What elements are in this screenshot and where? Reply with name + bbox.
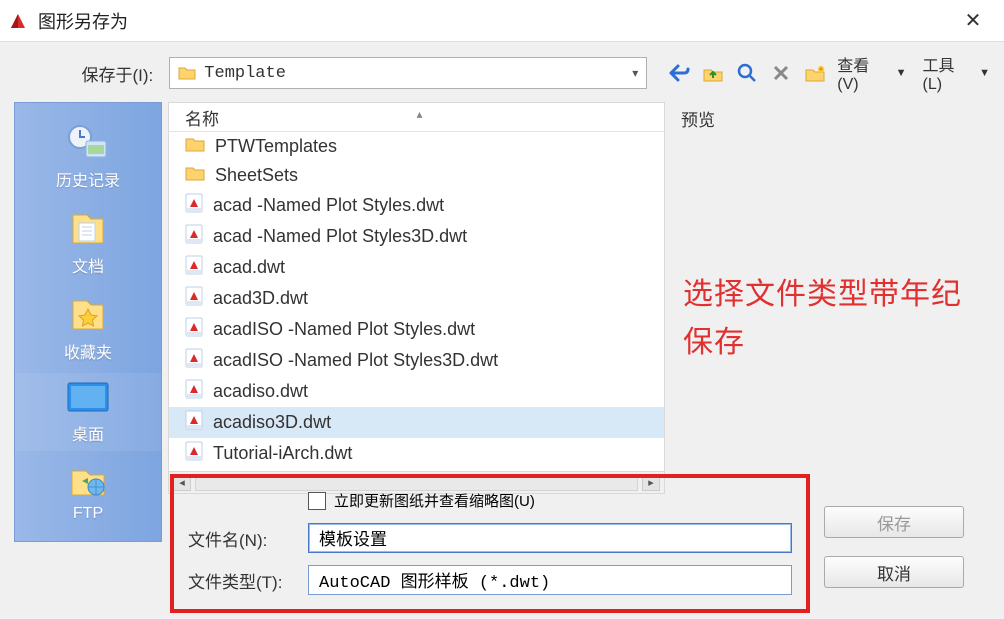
view-menu[interactable]: 查看(V) xyxy=(837,52,889,94)
file-name: acad -Named Plot Styles.dwt xyxy=(213,195,444,216)
update-thumbnail-label: 立即更新图纸并查看缩略图(U) xyxy=(334,490,535,511)
toolbar: 保存于(I): Template ▾ xyxy=(0,42,1004,102)
file-name: acad -Named Plot Styles3D.dwt xyxy=(213,226,467,247)
places-documents[interactable]: 文档 xyxy=(15,201,161,283)
nav-icons xyxy=(667,61,827,85)
up-folder-button[interactable] xyxy=(701,61,725,85)
desktop-icon xyxy=(64,379,112,417)
file-header-name[interactable]: 名称 ▴ xyxy=(168,102,665,132)
highlighted-section: 立即更新图纸并查看缩略图(U) 文件名(N): 模板设置 文件类型(T): Au… xyxy=(170,474,810,613)
file-row[interactable]: acadISO -Named Plot Styles.dwt xyxy=(169,314,664,345)
file-row[interactable]: acad -Named Plot Styles3D.dwt xyxy=(169,221,664,252)
app-icon xyxy=(8,11,28,31)
sort-caret-icon: ▴ xyxy=(417,107,423,121)
file-name: acadISO -Named Plot Styles3D.dwt xyxy=(213,350,498,371)
new-folder-button[interactable] xyxy=(803,61,827,85)
file-row[interactable]: acadISO -Named Plot Styles3D.dwt xyxy=(169,345,664,376)
file-row[interactable]: acad3D.dwt xyxy=(169,283,664,314)
file-row[interactable]: acadiso3D.dwt xyxy=(169,407,664,438)
places-history[interactable]: 历史记录 xyxy=(15,117,161,197)
titlebar: 图形另存为 ✕ xyxy=(0,0,1004,42)
file-row[interactable]: acad.dwt xyxy=(169,252,664,283)
documents-icon xyxy=(67,207,109,249)
filename-label: 文件名(N): xyxy=(188,526,298,551)
places-buzzsaw[interactable] xyxy=(15,533,161,542)
dwt-file-icon xyxy=(185,379,203,404)
history-icon xyxy=(66,123,110,163)
file-name: acad3D.dwt xyxy=(213,288,308,309)
chevron-down-icon[interactable]: ▼ xyxy=(896,67,907,79)
file-name: acadiso3D.dwt xyxy=(213,412,331,433)
save-button[interactable]: 保存 xyxy=(824,506,964,538)
cancel-button[interactable]: 取消 xyxy=(824,556,964,588)
search-web-button[interactable] xyxy=(735,61,759,85)
file-name: acadiso.dwt xyxy=(213,381,308,402)
file-list[interactable]: PTWTemplates SheetSets acad -Named Plot St… xyxy=(168,132,665,472)
filename-row: 文件名(N): 模板设置 xyxy=(188,523,792,553)
window-title: 图形另存为 xyxy=(38,8,128,34)
folder-name: Template xyxy=(204,64,624,83)
dwt-file-icon xyxy=(185,255,203,280)
file-row[interactable]: PTWTemplates xyxy=(169,132,664,161)
preview-box xyxy=(677,137,990,247)
file-row[interactable]: acad -Named Plot Styles.dwt xyxy=(169,190,664,221)
favorites-icon xyxy=(67,293,109,335)
file-name: acadISO -Named Plot Styles.dwt xyxy=(213,319,475,340)
dwt-file-icon xyxy=(185,286,203,311)
preview-label: 预览 xyxy=(677,102,990,137)
update-thumbnail-checkbox[interactable] xyxy=(308,492,326,510)
bottom-area: 立即更新图纸并查看缩略图(U) 文件名(N): 模板设置 文件类型(T): Au… xyxy=(170,474,990,613)
dwt-file-icon xyxy=(185,193,203,218)
back-button[interactable] xyxy=(667,61,691,85)
file-row[interactable]: acadiso.dwt xyxy=(169,376,664,407)
tools-menu[interactable]: 工具(L) xyxy=(923,52,974,94)
dwt-file-icon xyxy=(185,441,203,466)
file-name: acad.dwt xyxy=(213,257,285,278)
close-button[interactable]: ✕ xyxy=(950,0,996,42)
action-buttons: 保存 取消 xyxy=(824,474,964,613)
folder-icon xyxy=(178,65,196,81)
file-row[interactable]: Tutorial-iMfg.dwt xyxy=(169,469,664,472)
saveas-dialog: 图形另存为 ✕ 保存于(I): Template ▾ xyxy=(0,0,1004,619)
file-row[interactable]: SheetSets xyxy=(169,161,664,190)
chevron-down-icon: ▾ xyxy=(632,66,638,80)
update-thumbnail-row: 立即更新图纸并查看缩略图(U) xyxy=(188,490,792,511)
folder-icon xyxy=(185,164,205,187)
chevron-down-icon[interactable]: ▼ xyxy=(979,67,990,79)
filetype-select[interactable]: AutoCAD 图形样板 (*.dwt) xyxy=(308,565,792,595)
file-name: SheetSets xyxy=(215,165,298,186)
file-row[interactable]: Tutorial-iArch.dwt xyxy=(169,438,664,469)
places-ftp[interactable]: FTP xyxy=(15,455,161,529)
annotation-text: 选择文件类型带年纪保存 xyxy=(677,271,990,367)
folder-select[interactable]: Template ▾ xyxy=(169,57,647,89)
file-name: Tutorial-iArch.dwt xyxy=(213,443,352,464)
places-desktop[interactable]: 桌面 xyxy=(15,373,161,451)
places-favorites[interactable]: 收藏夹 xyxy=(15,287,161,369)
save-in-label: 保存于(I): xyxy=(14,61,163,86)
ftp-icon xyxy=(66,461,110,501)
file-name: PTWTemplates xyxy=(215,136,337,157)
dwt-file-icon xyxy=(185,317,203,342)
delete-button[interactable] xyxy=(769,61,793,85)
places-bar: 历史记录 文档 收藏夹 桌面 FTP xyxy=(14,102,162,542)
filetype-label: 文件类型(T): xyxy=(188,568,298,593)
buzzsaw-icon xyxy=(66,539,110,542)
filename-input[interactable]: 模板设置 xyxy=(308,523,792,553)
dwt-file-icon xyxy=(185,348,203,373)
folder-icon xyxy=(185,135,205,158)
dwt-file-icon xyxy=(185,224,203,249)
dwt-file-icon xyxy=(185,410,203,435)
filetype-row: 文件类型(T): AutoCAD 图形样板 (*.dwt) xyxy=(188,565,792,595)
